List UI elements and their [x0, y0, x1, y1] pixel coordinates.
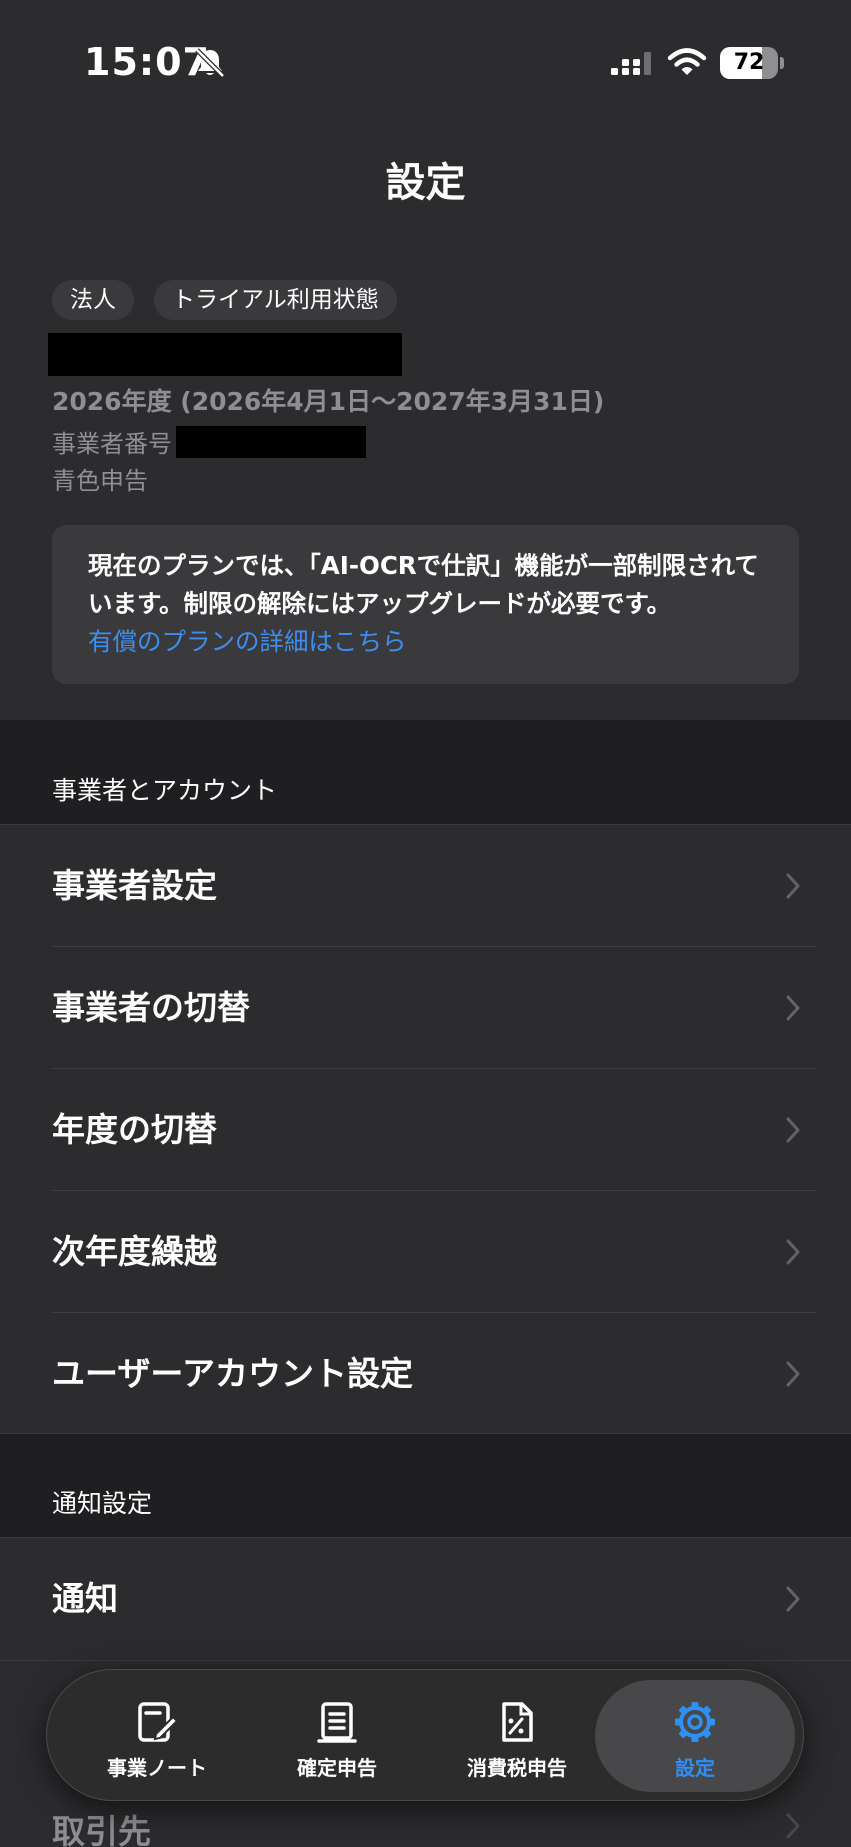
row-clients-partial[interactable]: 取引先 — [52, 1805, 151, 1847]
redacted-business-name — [48, 333, 402, 376]
row-business-settings[interactable]: 事業者設定 — [0, 825, 851, 947]
row-notifications[interactable]: 通知 — [0, 1538, 851, 1660]
row-label: 次年度繰越 — [52, 1232, 217, 1271]
plan-notice-card: 現在のプランでは、「AI-OCRで仕訳」機能が一部制限されています。制限の解除に… — [52, 525, 799, 684]
tab-label: 設定 — [675, 1756, 715, 1780]
tab-bar: 事業ノート 確定申告 消費税申告 設定 — [46, 1669, 804, 1801]
row-switch-fiscal-year[interactable]: 年度の切替 — [0, 1069, 851, 1191]
account-chips: 法人 トライアル利用状態 — [52, 280, 397, 320]
percent-document-icon — [502, 1702, 533, 1742]
settings-screen: 15:07 72 設定 法人 トライアル利用状態 2026年度 (2026年4月… — [0, 0, 851, 1847]
row-switch-business[interactable]: 事業者の切替 — [0, 947, 851, 1069]
notifications-group: 通知 — [0, 1537, 851, 1661]
chevron-right-icon — [786, 1813, 800, 1839]
row-label: 通知 — [52, 1579, 118, 1618]
tab-label: 消費税申告 — [467, 1756, 567, 1780]
gear-icon — [675, 1702, 715, 1742]
note-edit-icon — [138, 1702, 179, 1742]
chevron-right-icon — [786, 873, 800, 899]
chevron-right-icon — [786, 1361, 800, 1387]
tab-label: 事業ノート — [107, 1756, 207, 1780]
bell-muted-icon — [195, 48, 225, 78]
chevron-right-icon — [786, 1586, 800, 1612]
chevron-right-icon — [786, 1239, 800, 1265]
business-number-label: 事業者番号 — [52, 430, 172, 458]
chevron-right-icon — [786, 995, 800, 1021]
section-header-label: 事業者とアカウント — [52, 776, 278, 805]
business-account-group: 事業者設定 事業者の切替 年度の切替 次年度繰越 ユーザーアカウント設定 — [0, 824, 851, 1434]
row-label: 事業者設定 — [52, 866, 217, 905]
row-label: 事業者の切替 — [52, 988, 250, 1027]
row-label: 年度の切替 — [52, 1110, 217, 1149]
business-number-row: 事業者番号 — [52, 424, 366, 459]
redacted-business-number — [176, 425, 366, 458]
tax-filing-type: 青色申告 — [52, 467, 148, 495]
status-time: 15:07 — [84, 40, 210, 84]
chevron-right-icon — [786, 1117, 800, 1143]
section-header-notifications: 通知設定 — [0, 1434, 851, 1538]
cellular-signal-icon — [611, 52, 651, 75]
plan-notice-text: 現在のプランでは、「AI-OCRで仕訳」機能が一部制限されています。制限の解除に… — [88, 551, 759, 618]
wifi-icon — [667, 48, 707, 75]
entity-type-chip: 法人 — [52, 280, 134, 320]
row-carry-forward[interactable]: 次年度繰越 — [0, 1191, 851, 1313]
battery-indicator: 72 — [720, 47, 778, 79]
status-bar: 15:07 72 — [0, 0, 851, 125]
battery-cap — [780, 57, 784, 69]
tab-settings[interactable]: 設定 — [595, 1680, 795, 1792]
section-header-label: 通知設定 — [52, 1489, 153, 1518]
tab-label: 確定申告 — [297, 1756, 377, 1780]
tab-business-note[interactable]: 事業ノート — [67, 1680, 247, 1792]
fiscal-year-text: 2026年度 (2026年4月1日〜2027年3月31日) — [52, 387, 605, 416]
document-icon — [317, 1702, 357, 1743]
row-label: ユーザーアカウント設定 — [52, 1354, 414, 1393]
trial-status-chip: トライアル利用状態 — [154, 280, 397, 320]
row-user-account-settings[interactable]: ユーザーアカウント設定 — [0, 1313, 851, 1435]
section-header-business-account: 事業者とアカウント — [0, 720, 851, 825]
page-title: 設定 — [385, 160, 466, 206]
tab-consumption-tax[interactable]: 消費税申告 — [427, 1680, 607, 1792]
tab-tax-return[interactable]: 確定申告 — [247, 1680, 427, 1792]
battery-level: 72 — [733, 50, 765, 75]
paid-plan-details-link[interactable]: 有償のプランの詳細はこちら — [88, 623, 763, 661]
